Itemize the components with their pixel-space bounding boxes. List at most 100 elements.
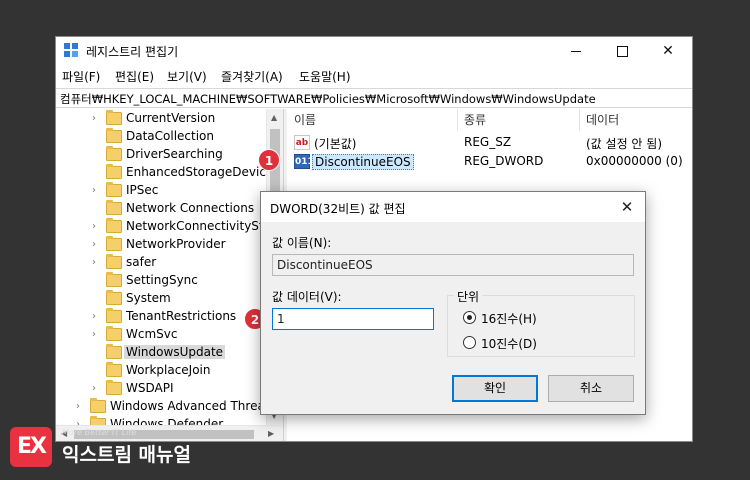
- tree-item-label: safer: [126, 255, 157, 269]
- brand-logo: EX More Better IT Life 익스트림 매뉴얼: [10, 425, 210, 471]
- step-badge-1: 1: [258, 149, 280, 171]
- chevron-right-icon[interactable]: ›: [92, 329, 100, 341]
- tree-item-label: DataCollection: [126, 129, 215, 143]
- value-type: REG_SZ: [464, 135, 512, 149]
- chevron-right-icon[interactable]: ›: [92, 239, 100, 251]
- folder-icon: [106, 236, 122, 251]
- tree-item[interactable]: System: [56, 290, 282, 308]
- tree-item[interactable]: › Windows Advanced Threat Protection: [56, 398, 282, 416]
- value-data-input[interactable]: 1: [272, 308, 434, 330]
- folder-icon: [106, 200, 122, 215]
- value-row[interactable]: ab (기본값) REG_SZ (값 설정 안 됨): [288, 134, 692, 152]
- tree-item-label: SettingSync: [126, 273, 198, 287]
- folder-icon: [106, 218, 122, 233]
- value-row[interactable]: 011 DiscontinueEOS REG_DWORD 0x00000000 …: [288, 153, 692, 171]
- menu-edit[interactable]: 편집(E): [115, 68, 154, 85]
- folder-icon: [106, 290, 122, 305]
- value-data: 0x00000000 (0): [586, 154, 683, 168]
- dword-edit-dialog: DWORD(32비트) 값 편집 ✕ 값 이름(N): DiscontinueE…: [260, 191, 646, 415]
- radio-checked-icon: [463, 311, 476, 324]
- title-bar[interactable]: 레지스트리 편집기 ✕: [56, 37, 692, 65]
- value-name: (기본값): [314, 137, 357, 151]
- string-value-icon: ab: [294, 135, 310, 150]
- value-data: (값 설정 안 됨): [586, 137, 663, 151]
- logo-tagline: More Better IT Life: [62, 428, 137, 437]
- value-data-label: 값 데이터(V):: [272, 290, 342, 304]
- key-tree: › CurrentVersion DataCollection DriverSearc…: [56, 109, 282, 441]
- close-icon[interactable]: ✕: [617, 197, 637, 217]
- tree-item[interactable]: SettingSync: [56, 272, 282, 290]
- tree-item[interactable]: › NetworkConnectivityStatus: [56, 218, 282, 236]
- chevron-right-icon[interactable]: ›: [92, 257, 100, 269]
- tree-item-label: WindowsUpdate: [124, 345, 226, 359]
- radio-unchecked-icon: [463, 336, 476, 349]
- tree-item[interactable]: EnhancedStorageDevices: [56, 164, 282, 182]
- base-label: 단위: [454, 288, 483, 305]
- scroll-right-icon[interactable]: ▶: [268, 429, 274, 438]
- registry-app-icon: [64, 43, 80, 59]
- close-button[interactable]: ✕: [645, 37, 691, 65]
- tree-item[interactable]: › CurrentVersion: [56, 110, 282, 128]
- tree-item[interactable]: WorkplaceJoin: [56, 362, 282, 380]
- menu-view[interactable]: 보기(V): [167, 68, 207, 85]
- menu-file[interactable]: 파일(F): [62, 68, 100, 85]
- tree-item-label: DriverSearching: [126, 147, 223, 161]
- cancel-button[interactable]: 취소: [548, 375, 634, 402]
- value-name: DiscontinueEOS: [312, 154, 414, 170]
- folder-icon: [106, 344, 122, 359]
- column-header-data[interactable]: 데이터: [580, 109, 692, 131]
- menu-favorites[interactable]: 즐겨찾기(A): [221, 68, 283, 85]
- dialog-title-bar[interactable]: DWORD(32비트) 값 편집 ✕: [261, 192, 645, 222]
- minimize-button[interactable]: [553, 37, 599, 65]
- chevron-right-icon[interactable]: ›: [92, 221, 100, 233]
- tree-item[interactable]: DriverSearching: [56, 146, 282, 164]
- logo-mark: EX: [10, 427, 52, 467]
- decimal-radio[interactable]: 10진수(D): [463, 335, 553, 351]
- value-type: REG_DWORD: [464, 154, 544, 168]
- tree-item-label: NetworkConnectivityStatus: [126, 219, 282, 233]
- decimal-radio-label: 10진수(D): [481, 337, 537, 351]
- tree-item[interactable]: › NetworkProvider: [56, 236, 282, 254]
- tree-item[interactable]: › safer: [56, 254, 282, 272]
- tree-item[interactable]: DataCollection: [56, 128, 282, 146]
- folder-icon: [106, 110, 122, 125]
- chevron-right-icon[interactable]: ›: [92, 185, 100, 197]
- value-name-label: 값 이름(N):: [272, 236, 332, 250]
- tree-item-label: WcmSvc: [126, 327, 178, 341]
- hex-radio-label: 16진수(H): [481, 312, 537, 326]
- column-header-type[interactable]: 종류: [458, 109, 580, 131]
- tree-item[interactable]: WindowsUpdate: [56, 344, 282, 362]
- menu-help[interactable]: 도움말(H): [299, 68, 351, 85]
- tree-item-label: TenantRestrictions: [126, 309, 237, 323]
- column-header-name[interactable]: 이름: [288, 109, 458, 131]
- tree-item-label: EnhancedStorageDevices: [126, 165, 280, 179]
- chevron-right-icon[interactable]: ›: [92, 383, 100, 395]
- folder-icon: [106, 308, 122, 323]
- tree-item-label: WSDAPI: [126, 381, 174, 395]
- tree-item[interactable]: › WSDAPI: [56, 380, 282, 398]
- binary-value-icon: 011: [294, 154, 314, 169]
- tree-item[interactable]: › IPSec: [56, 182, 282, 200]
- folder-icon: [106, 272, 122, 287]
- address-path[interactable]: 컴퓨터₩HKEY_LOCAL_MACHINE₩SOFTWARE₩Policies…: [60, 91, 596, 107]
- tree-item-label: CurrentVersion: [126, 111, 216, 125]
- scroll-up-icon[interactable]: ▲: [271, 113, 277, 122]
- tree-item[interactable]: Network Connections: [56, 200, 282, 218]
- hex-radio[interactable]: 16진수(H): [463, 310, 553, 326]
- chevron-right-icon[interactable]: ›: [76, 401, 84, 413]
- folder-icon: [106, 254, 122, 269]
- folder-icon: [106, 380, 122, 395]
- folder-icon: [106, 362, 122, 377]
- folder-icon: [106, 164, 122, 179]
- tree-item-label: IPSec: [126, 183, 159, 197]
- chevron-right-icon[interactable]: ›: [92, 311, 100, 323]
- tree-item-label: NetworkProvider: [126, 237, 226, 251]
- chevron-right-icon[interactable]: ›: [92, 113, 100, 125]
- tree-item-label: Network Connections: [126, 201, 255, 215]
- address-bar[interactable]: 컴퓨터₩HKEY_LOCAL_MACHINE₩SOFTWARE₩Policies…: [56, 88, 692, 108]
- tree-item[interactable]: › WcmSvc: [56, 326, 282, 344]
- maximize-button[interactable]: [599, 37, 645, 65]
- ok-button[interactable]: 확인: [452, 375, 538, 402]
- value-name-field: DiscontinueEOS: [272, 254, 634, 276]
- menu-bar: 파일(F) 편집(E) 보기(V) 즐겨찾기(A) 도움말(H): [56, 65, 692, 87]
